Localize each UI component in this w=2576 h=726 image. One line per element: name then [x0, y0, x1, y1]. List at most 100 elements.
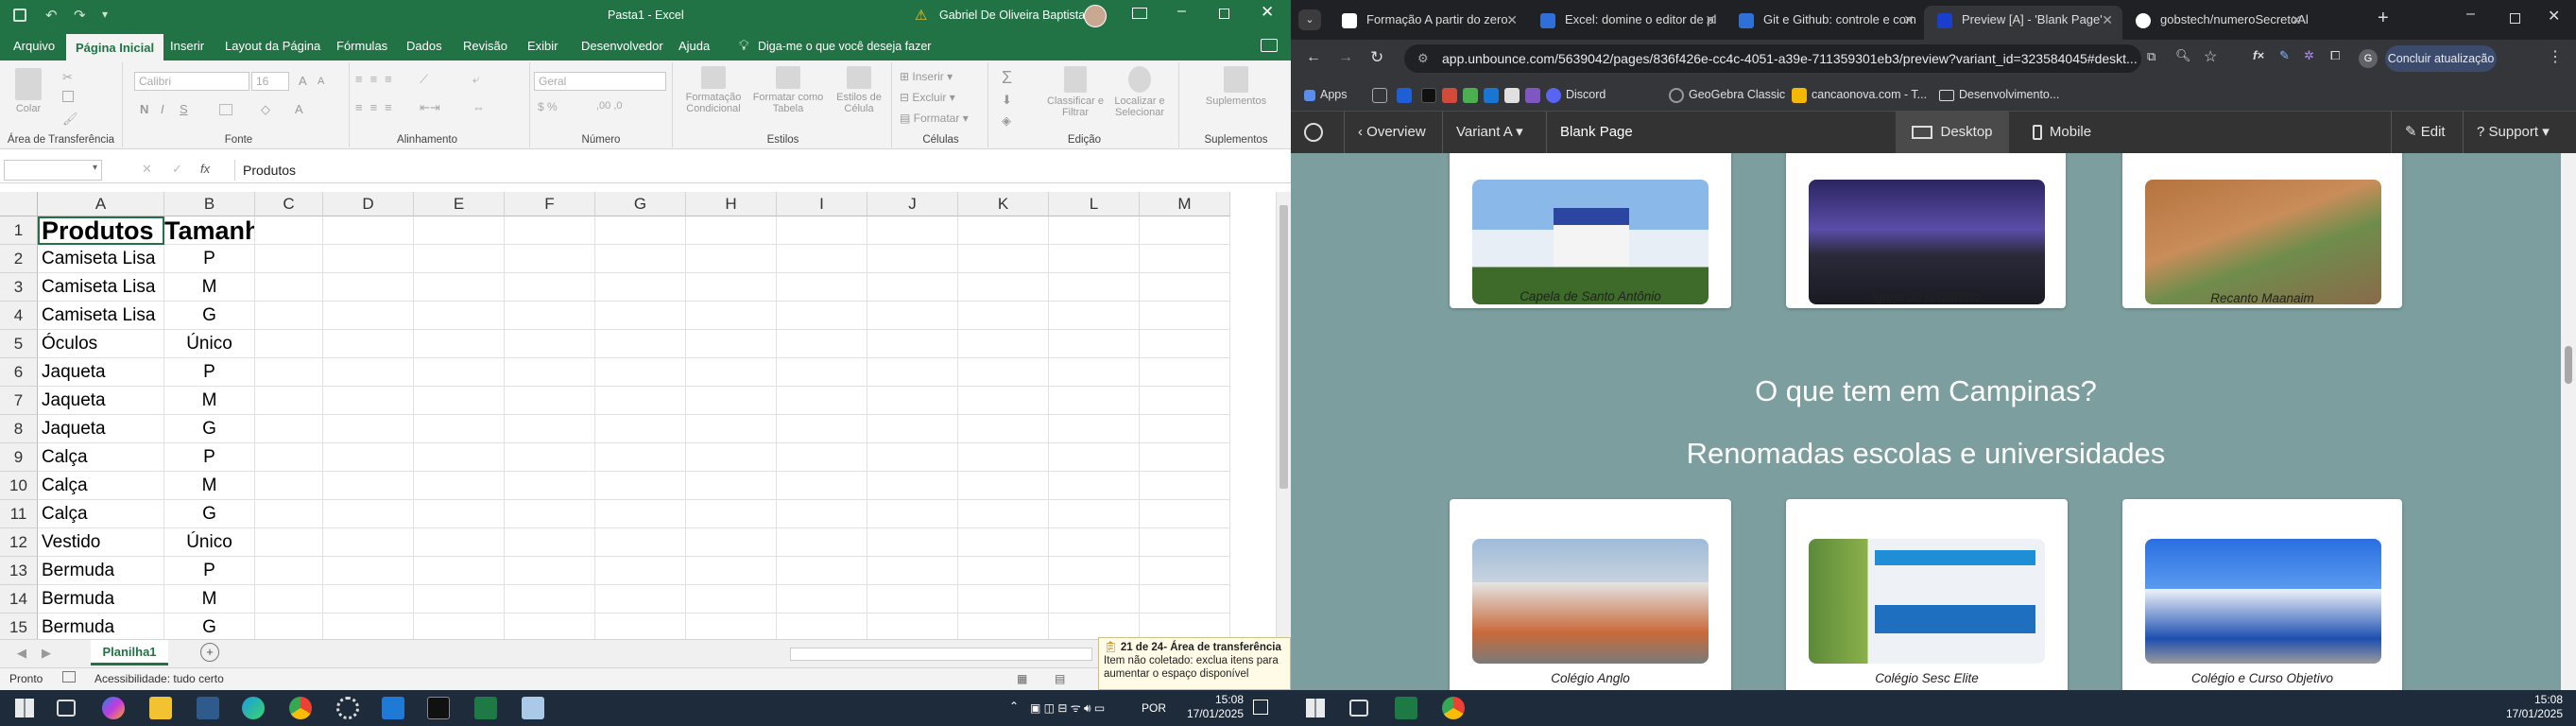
avatar[interactable]	[1084, 5, 1107, 27]
cell-empty[interactable]	[323, 472, 414, 500]
copy-icon[interactable]	[62, 91, 74, 102]
add-sheet-icon[interactable]: +	[200, 643, 219, 662]
cell-a11[interactable]: Calça	[38, 500, 164, 528]
tab-search-icon[interactable]: ⌄	[1298, 9, 1321, 30]
cell-empty[interactable]	[1140, 273, 1230, 302]
column-header-m[interactable]: M	[1140, 192, 1230, 216]
cell-empty[interactable]	[958, 585, 1049, 614]
cell-empty[interactable]	[867, 472, 958, 500]
cell-empty[interactable]	[867, 358, 958, 387]
show-hidden-icons[interactable]: ⌃	[1009, 700, 1019, 713]
cell-empty[interactable]	[1140, 330, 1230, 358]
cell-empty[interactable]	[505, 387, 595, 415]
edit-button[interactable]: ✎ Edit	[2391, 112, 2446, 153]
redo-icon[interactable]: ↷	[74, 7, 86, 24]
cell-a15[interactable]: Bermuda	[38, 614, 164, 639]
copilot-icon[interactable]	[102, 697, 125, 719]
cell-empty[interactable]	[595, 330, 686, 358]
fill-color-icon[interactable]: ◇	[261, 102, 270, 117]
vertical-scrollbar[interactable]	[1276, 192, 1291, 639]
extensions-icon[interactable]: ⧠	[2330, 48, 2340, 63]
bookmark-icon-purple[interactable]	[1525, 78, 1545, 112]
cell-empty[interactable]	[414, 585, 505, 614]
extension-fx-icon[interactable]: f×	[2253, 48, 2264, 62]
column-header-e[interactable]: E	[414, 192, 505, 216]
cell-b14[interactable]: M	[164, 585, 255, 614]
cell-empty[interactable]	[1140, 585, 1230, 614]
cell-b9[interactable]: P	[164, 443, 255, 472]
cell-empty[interactable]	[958, 528, 1049, 557]
clipboard-notification[interactable]: 📋︎ 21 de 24- Área de transferência Item …	[1098, 637, 1291, 690]
cell-empty[interactable]	[1140, 415, 1230, 443]
excel-icon[interactable]	[474, 697, 497, 719]
task-view-icon[interactable]	[57, 700, 76, 717]
tab-ajuda[interactable]: Ajuda	[669, 32, 719, 60]
font-name-select[interactable]: Calibri	[134, 72, 249, 91]
autosum-icon[interactable]: Σ	[1002, 68, 1012, 88]
cell-empty[interactable]	[777, 273, 867, 302]
cell-empty[interactable]	[686, 500, 777, 528]
cell-styles-button[interactable]: Estilos de Célula	[830, 66, 888, 114]
cell-empty[interactable]	[867, 500, 958, 528]
column-header-a[interactable]: A	[38, 192, 164, 216]
cell-empty[interactable]	[1140, 302, 1230, 330]
cell-empty[interactable]	[1140, 528, 1230, 557]
cell-empty[interactable]	[777, 614, 867, 639]
cell-empty[interactable]	[686, 330, 777, 358]
column-header-j[interactable]: J	[867, 192, 958, 216]
cell-empty[interactable]	[958, 415, 1049, 443]
cell-empty[interactable]	[414, 358, 505, 387]
restore-icon[interactable]	[2510, 13, 2520, 24]
browser-tab-4-active[interactable]: Preview [A] - 'Blank Page' ✕	[1924, 6, 2122, 40]
bookmark-icon-blue[interactable]	[1397, 78, 1417, 112]
cell-a12[interactable]: Vestido	[38, 528, 164, 557]
cell-empty[interactable]	[867, 443, 958, 472]
format-as-table-button[interactable]: Formatar como Tabela	[750, 66, 826, 114]
cell-empty[interactable]	[505, 302, 595, 330]
ribbon-display-icon[interactable]	[1132, 8, 1147, 19]
forward-icon[interactable]: →	[1338, 49, 1353, 66]
cell-empty[interactable]	[1049, 557, 1140, 585]
cell-empty[interactable]	[686, 528, 777, 557]
select-all-corner[interactable]	[0, 192, 38, 216]
cell-empty[interactable]	[595, 302, 686, 330]
cell-empty[interactable]	[255, 387, 323, 415]
cell-empty[interactable]	[686, 415, 777, 443]
cell-empty[interactable]	[1049, 415, 1140, 443]
page-scroll-thumb[interactable]	[2565, 346, 2572, 384]
cell-empty[interactable]	[505, 528, 595, 557]
cell-empty[interactable]	[255, 528, 323, 557]
cell-empty[interactable]	[777, 500, 867, 528]
browser-tab-5[interactable]: gobstech/numeroSecretoAl ✕	[2122, 6, 2311, 40]
close-tab-icon[interactable]: ✕	[2291, 6, 2302, 34]
cell-empty[interactable]	[1049, 443, 1140, 472]
variant-select[interactable]: Variant A ▾	[1442, 112, 1523, 153]
cell-b6[interactable]: P	[164, 358, 255, 387]
tray-icons[interactable]: ▣ ◫ ⊟ ᯤ 🔊︎ ▭	[1030, 700, 1105, 716]
addins-button[interactable]: Suplementos	[1200, 66, 1272, 107]
cell-empty[interactable]	[1049, 387, 1140, 415]
row-header-13[interactable]: 13	[0, 557, 38, 585]
cell-empty[interactable]	[958, 557, 1049, 585]
cell-empty[interactable]	[867, 302, 958, 330]
cell-empty[interactable]	[255, 330, 323, 358]
cell-a14[interactable]: Bermuda	[38, 585, 164, 614]
extension-puzzle-icon[interactable]: ✲	[2304, 48, 2314, 63]
bookmark-icon-f[interactable]	[1484, 78, 1503, 112]
cell-empty[interactable]	[958, 500, 1049, 528]
cell-empty[interactable]	[1049, 302, 1140, 330]
cell-empty[interactable]	[777, 302, 867, 330]
cell-empty[interactable]	[323, 443, 414, 472]
close-icon[interactable]: ✕	[1261, 3, 1274, 22]
cell-empty[interactable]	[1049, 585, 1140, 614]
cell-empty[interactable]	[323, 500, 414, 528]
windows-start-icon[interactable]	[1306, 699, 1325, 717]
page-layout-view-icon[interactable]: ▤	[1055, 672, 1065, 685]
cell-empty[interactable]	[595, 273, 686, 302]
normal-view-icon[interactable]: ▦	[1017, 672, 1027, 685]
cell-empty[interactable]	[414, 472, 505, 500]
cell-empty[interactable]	[414, 415, 505, 443]
input-language[interactable]: POR	[1142, 701, 1166, 716]
address-bar[interactable]: ⚙ app.unbounce.com/5639042/pages/836f426…	[1404, 44, 2141, 73]
cell-a5[interactable]: Óculos	[38, 330, 164, 358]
